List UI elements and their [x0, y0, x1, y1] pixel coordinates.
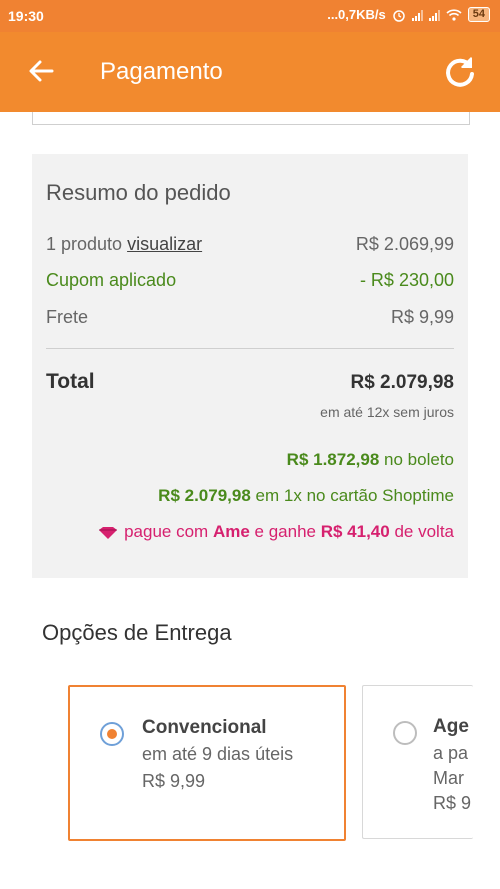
battery-icon: 54	[467, 7, 490, 22]
network-speed: ...0,7KB/s	[327, 7, 386, 22]
ame-suffix: de volta	[394, 522, 454, 541]
coupon-value: - R$ 230,00	[359, 270, 454, 290]
alarm-icon	[393, 9, 405, 22]
ame-brand: Ame	[212, 522, 250, 541]
card-value: R$ 2.079,98	[158, 486, 251, 505]
page-title: Pagamento	[100, 58, 223, 85]
ame-diamond-icon	[99, 526, 118, 539]
option-name: Age	[433, 716, 469, 737]
total-value: R$ 2.079,98	[350, 372, 454, 393]
ame-line: pague com Ame e ganhe R$ 41,40 de volta	[98, 522, 454, 542]
card-line: R$ 2.079,98 em 1x no cartão Shoptime	[158, 486, 454, 506]
status-icons: ...0,7KB/s 54	[327, 7, 490, 22]
refresh-icon[interactable]	[442, 54, 478, 90]
view-products-link[interactable]: visualizar	[127, 234, 202, 254]
products-value: R$ 2.069,99	[355, 234, 454, 254]
option-date: Mar	[433, 768, 464, 788]
delivery-option-scheduled[interactable]: Age a pa Mar R$ 9	[362, 685, 473, 839]
summary-title: Resumo do pedido	[46, 180, 231, 205]
ame-middle: e ganhe	[254, 522, 316, 541]
products-label: 1 produto	[46, 234, 123, 254]
app-bar: Pagamento	[0, 32, 500, 112]
delivery-title: Opções de Entrega	[42, 620, 232, 645]
boleto-text: no boleto	[384, 450, 454, 469]
boleto-line: R$ 1.872,98 no boleto	[287, 450, 454, 470]
option-price: R$ 9,99	[142, 771, 206, 791]
shipping-value: R$ 9,99	[390, 307, 454, 327]
order-summary: Resumo do pedido 1 produto visualizar R$…	[32, 154, 468, 578]
option-time: em até 9 dias úteis	[142, 744, 294, 764]
total-label: Total	[46, 370, 95, 393]
ame-prefix: pague com	[124, 522, 209, 541]
ame-value: R$ 41,40	[320, 522, 390, 541]
status-bar: 19:30 ...0,7KB/s 54	[0, 0, 500, 32]
divider	[46, 348, 454, 349]
back-arrow-icon[interactable]	[26, 56, 56, 86]
delivery-option-conventional[interactable]: Convencional em até 9 dias úteis R$ 9,99	[68, 685, 346, 841]
previous-section-box	[32, 112, 470, 125]
option-time: a pa	[433, 743, 469, 763]
option-price: R$ 9	[433, 793, 472, 813]
status-time: 19:30	[8, 8, 44, 24]
card-text: em 1x no cartão Shoptime	[255, 486, 454, 505]
signal-icon-2	[428, 9, 440, 21]
boleto-value: R$ 1.872,98	[286, 450, 380, 469]
option-name: Convencional	[142, 717, 267, 738]
coupon-label: Cupom aplicado	[46, 270, 177, 290]
shipping-label: Frete	[46, 307, 89, 327]
wifi-icon	[446, 8, 462, 21]
installments-text: em até 12x sem juros	[320, 404, 454, 420]
radio-unselected[interactable]	[393, 721, 417, 745]
signal-icon	[411, 9, 423, 21]
radio-selected[interactable]	[100, 722, 124, 746]
